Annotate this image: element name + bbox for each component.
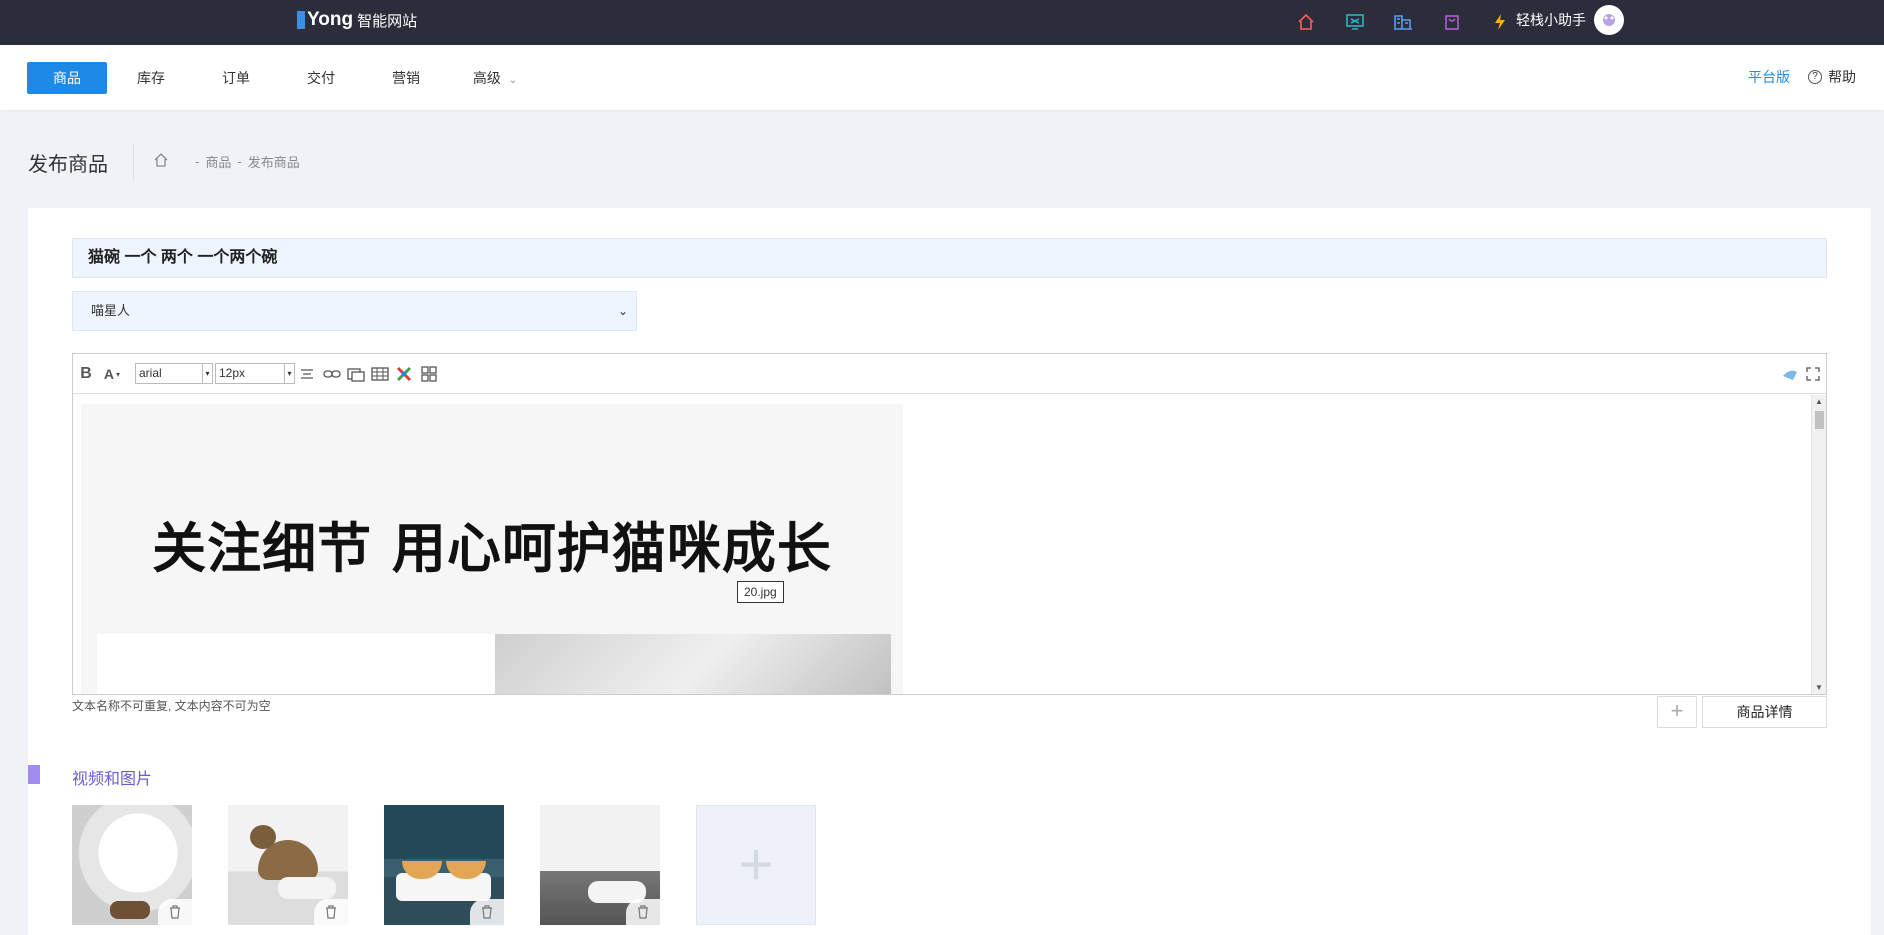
platform-link[interactable]: 平台版 — [1748, 67, 1790, 87]
tab-product[interactable]: 商品 — [27, 62, 107, 94]
breadcrumb: - 商品 - 发布商品 — [153, 152, 306, 171]
font-family-value: arial — [139, 366, 162, 380]
scroll-up-icon[interactable]: ▲ — [1815, 397, 1823, 406]
image-panel — [97, 634, 495, 694]
main-nav: 商品 库存 订单 交付 营销 高级 ⌄ 平台版 ? 帮助 — [0, 45, 1884, 110]
bowl-image — [396, 873, 491, 901]
bold-button[interactable]: B — [79, 365, 93, 383]
top-icons — [1282, 8, 1525, 36]
media-image[interactable] — [384, 805, 504, 925]
insert-image-icon[interactable] — [345, 365, 367, 383]
tab-inventory[interactable]: 库存 — [111, 62, 191, 94]
tab-advanced-label: 高级 — [472, 70, 501, 86]
breadcrumb-item-product[interactable]: 商品 — [205, 152, 231, 171]
trash-icon[interactable] — [314, 899, 348, 925]
section-marker — [28, 765, 40, 784]
banner-image: 关注细节 用心呵护猫咪成长 — [81, 404, 903, 694]
scroll-thumb[interactable] — [1815, 411, 1824, 429]
divider — [133, 143, 134, 181]
breadcrumb-separator: - — [195, 154, 200, 169]
dropdown-icon: ▾ — [284, 363, 294, 384]
question-icon: ? — [1808, 70, 1822, 84]
product-name-input[interactable]: 猫碗 一个 两个 一个两个碗 — [72, 238, 1827, 278]
food-image — [110, 901, 150, 919]
dropdown-icon: ▾ — [202, 363, 212, 384]
tab-marketing[interactable]: 营销 — [366, 62, 446, 94]
media-image[interactable] — [228, 805, 348, 925]
link-icon[interactable] — [321, 365, 343, 383]
media-video[interactable] — [72, 805, 192, 925]
cat-image — [250, 825, 276, 849]
bowl-image — [278, 877, 336, 899]
trash-icon[interactable] — [626, 899, 660, 925]
page-title: 发布商品 — [28, 154, 108, 176]
font-size-select[interactable]: 12px ▾ — [215, 363, 295, 384]
rich-text-editor[interactable]: B A ▾ arial ▾ 12px ▾ 关注细节 用心呵护猫咪成长 20.jp… — [72, 353, 1827, 695]
category-value: 喵星人 — [91, 303, 131, 318]
puzzle-icon[interactable] — [393, 365, 415, 383]
plus-icon: + — [738, 831, 774, 898]
category-select[interactable]: 喵星人 ⌄ — [72, 291, 637, 331]
align-icon[interactable] — [298, 365, 316, 383]
image-panel — [495, 634, 891, 694]
font-family-select[interactable]: arial ▾ — [135, 363, 213, 384]
avatar[interactable] — [1594, 5, 1624, 35]
monitor-icon[interactable] — [1331, 8, 1380, 36]
media-image[interactable] — [540, 805, 660, 925]
breadcrumb-separator: - — [237, 154, 242, 169]
editor-content[interactable]: 关注细节 用心呵护猫咪成长 20.jpg — [73, 395, 1811, 694]
logo-mark — [297, 11, 305, 29]
banner-text: 关注细节 用心呵护猫咪成长 — [152, 517, 832, 580]
logo-subtitle: 智能网站 — [357, 12, 418, 30]
image-tooltip: 20.jpg — [737, 581, 784, 603]
trash-icon[interactable] — [470, 899, 504, 925]
add-media-button[interactable]: + — [696, 805, 816, 925]
bag-icon[interactable] — [1428, 8, 1477, 36]
clean-icon[interactable] — [1779, 365, 1801, 383]
table-icon[interactable] — [369, 365, 391, 383]
home-icon[interactable] — [1282, 8, 1331, 36]
tab-orders[interactable]: 订单 — [196, 62, 276, 94]
tab-delivery[interactable]: 交付 — [281, 62, 361, 94]
building-icon[interactable] — [1379, 8, 1428, 36]
editor-toolbar: B A ▾ arial ▾ 12px ▾ — [73, 354, 1826, 394]
scroll-down-icon[interactable]: ▼ — [1815, 683, 1823, 692]
tab-advanced[interactable]: 高级 ⌄ — [455, 62, 535, 94]
top-bar: Yong 智能网站 轻栈小助手 — [0, 0, 1884, 45]
editor-hint: 文本名称不可重复, 文本内容不可为空 — [72, 699, 271, 713]
chevron-down-icon: ⌄ — [508, 75, 518, 86]
play-icon[interactable] — [107, 840, 155, 888]
user-menu[interactable]: 轻栈小助手 — [1516, 5, 1624, 35]
section-title: 视频和图片 — [72, 771, 153, 788]
font-size-value: 12px — [219, 366, 246, 380]
add-text-button[interactable]: + — [1657, 696, 1697, 728]
font-color-button[interactable]: A ▾ — [99, 365, 125, 383]
chevron-down-icon: ⌄ — [617, 304, 628, 318]
fullscreen-icon[interactable] — [1803, 365, 1823, 383]
home-icon[interactable] — [153, 153, 169, 170]
user-name: 轻栈小助手 — [1516, 12, 1586, 28]
logo-brand: Yong — [307, 9, 354, 30]
product-detail-button[interactable]: 商品详情 — [1702, 696, 1827, 728]
template-icon[interactable] — [418, 365, 440, 383]
help-label: 帮助 — [1828, 69, 1856, 85]
logo[interactable]: Yong 智能网站 — [297, 9, 417, 31]
editor-scrollbar[interactable]: ▲ ▼ — [1811, 395, 1826, 694]
help-link[interactable]: ? 帮助 — [1808, 67, 1856, 87]
trash-icon[interactable] — [158, 899, 192, 925]
breadcrumb-item-publish: 发布商品 — [247, 155, 300, 170]
